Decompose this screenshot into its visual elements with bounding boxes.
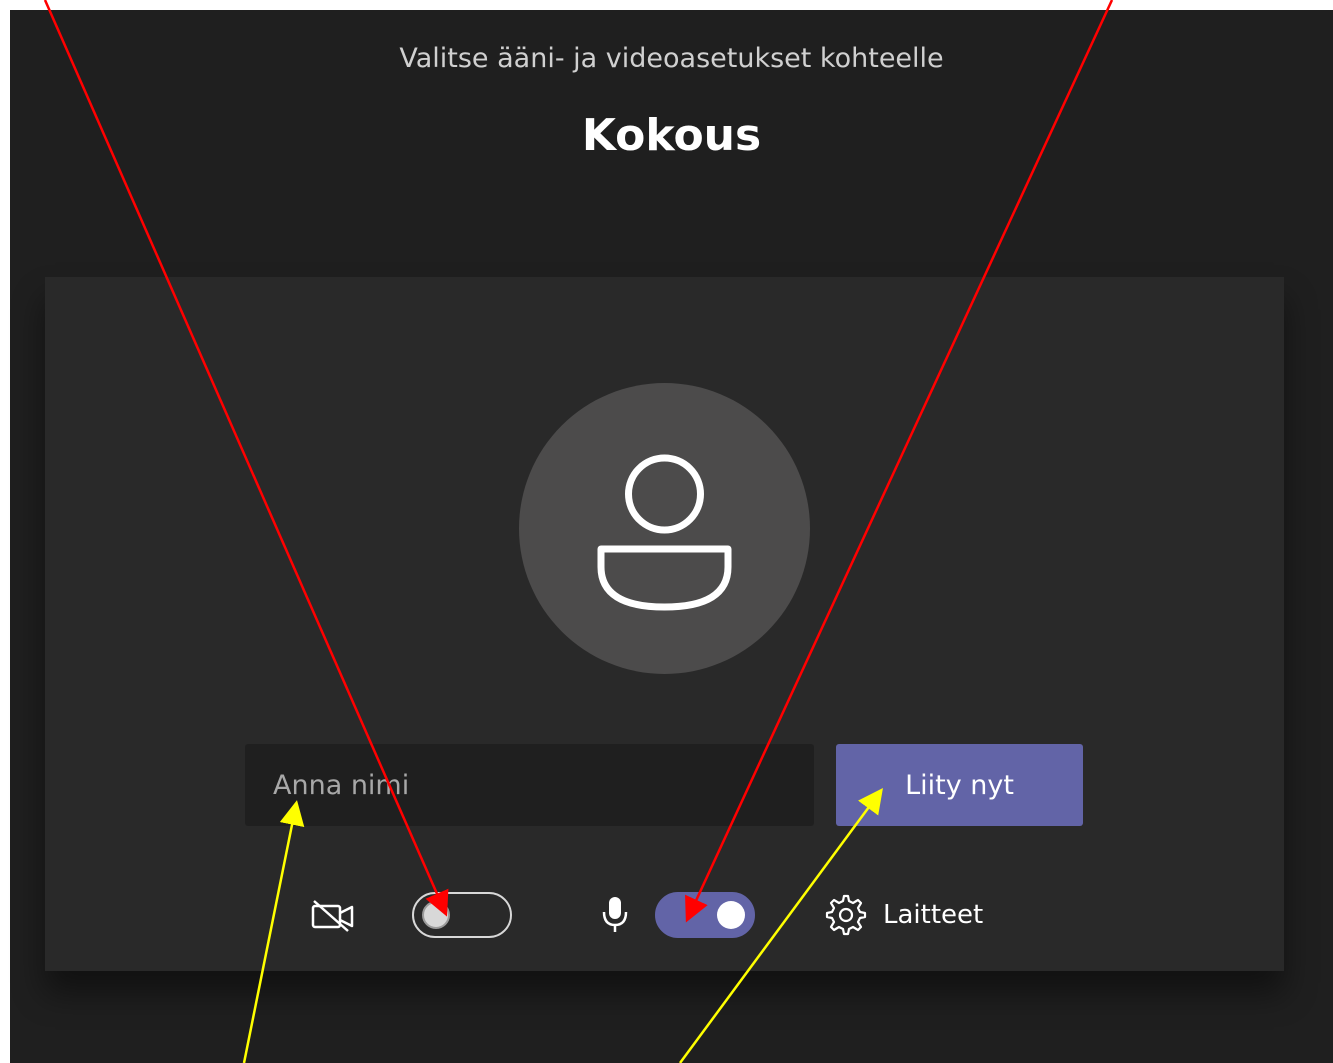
person-icon [597,454,732,611]
meeting-prejoin-screen: Valitse ääni- ja videoasetukset kohteell… [10,10,1333,1063]
devices-button[interactable]: Laitteet [825,893,983,937]
microphone-toggle-knob [717,901,745,929]
microphone-icon [602,897,628,932]
microphone-toggle[interactable] [655,892,755,938]
gear-icon [825,894,867,936]
prejoin-subtitle: Valitse ääni- ja videoasetukset kohteell… [399,43,944,74]
device-controls: Laitteet [45,885,1284,945]
camera-toggle-knob [422,901,450,929]
devices-label: Laitteet [883,900,984,930]
join-now-button[interactable]: Liity nyt [836,744,1083,826]
meeting-title: Kokous [581,110,762,161]
name-input[interactable] [245,744,814,826]
camera-off-icon [311,900,354,932]
avatar [519,383,810,674]
preview-panel: Liity nyt [45,277,1284,971]
camera-toggle[interactable] [412,892,512,938]
